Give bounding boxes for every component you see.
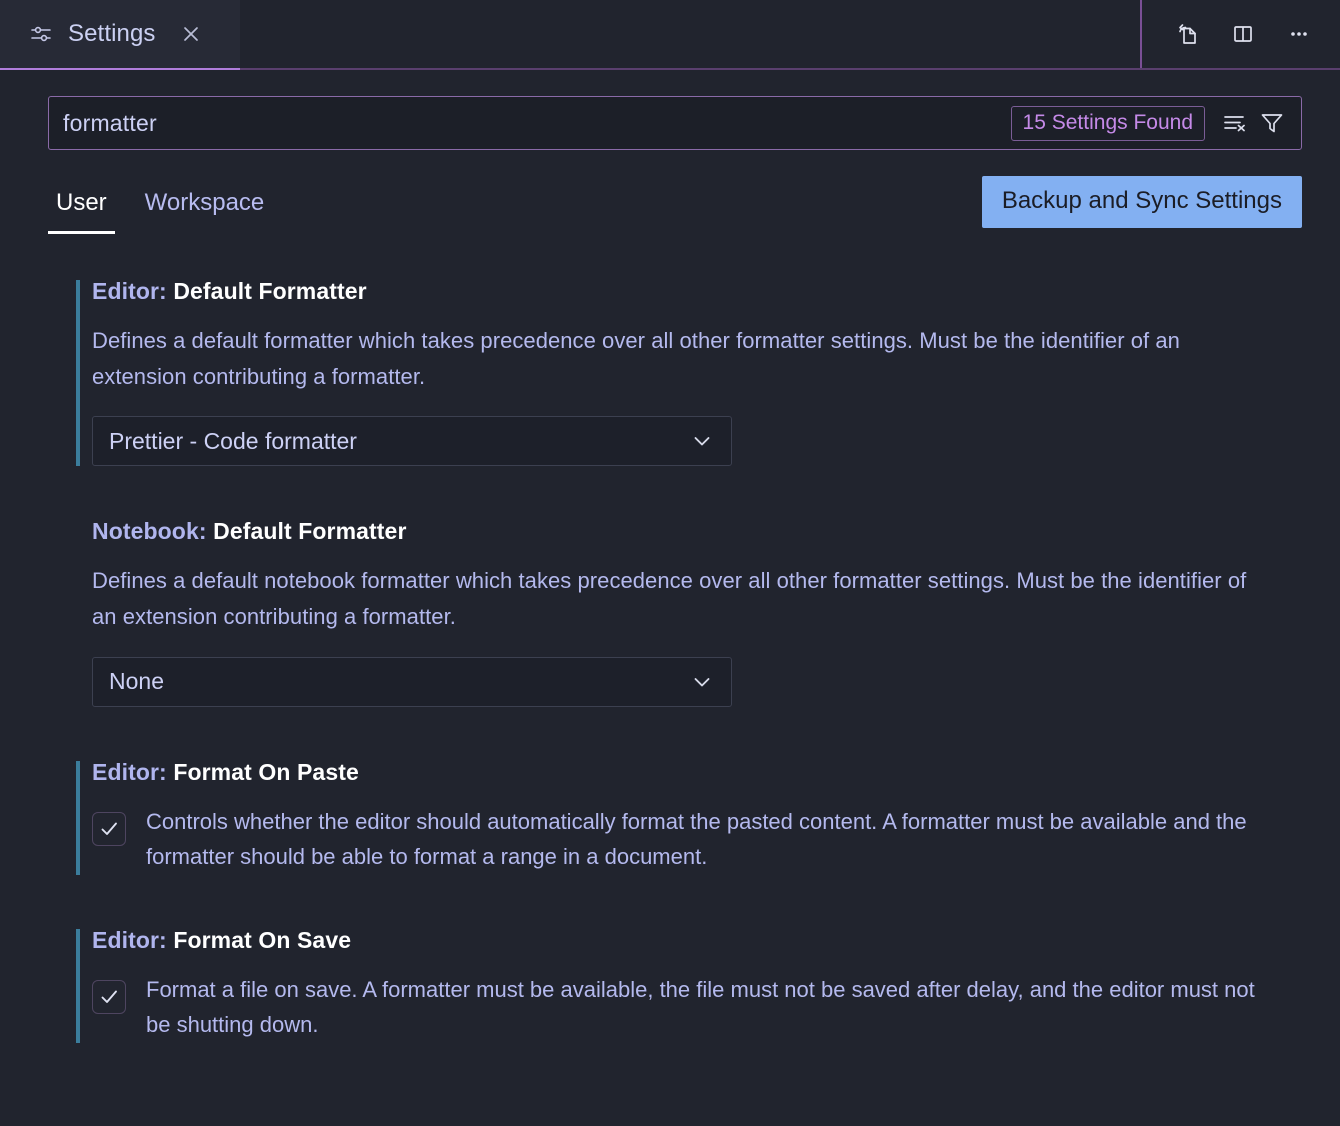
setting-control: Prettier - Code formatter xyxy=(92,416,1302,467)
setting-description: Defines a default notebook formatter whi… xyxy=(92,568,1247,629)
setting-name: Format On Save xyxy=(173,926,352,953)
setting-item-editor-default-formatter: Editor: Default Formatter Defines a defa… xyxy=(48,278,1302,467)
settings-sliders-icon xyxy=(28,21,54,47)
editor-tab-settings[interactable]: Settings xyxy=(0,0,240,70)
setting-category: Editor: xyxy=(92,758,167,785)
select-value: None xyxy=(109,668,164,694)
setting-control: Controls whether the editor should autom… xyxy=(92,804,1302,875)
setting-title: Editor: Format On Save xyxy=(92,927,1302,954)
tab-user[interactable]: User xyxy=(48,189,115,234)
filter-funnel-icon[interactable] xyxy=(1253,104,1291,142)
file-export-icon[interactable] xyxy=(1170,17,1204,51)
tab-bar-filler xyxy=(240,0,1140,68)
settings-scope-row: User Workspace Backup and Sync Settings xyxy=(48,176,1302,234)
select-value: Prettier - Code formatter xyxy=(109,427,357,454)
setting-control: Format a file on save. A formatter must … xyxy=(92,972,1302,1043)
setting-title: Notebook: Default Formatter xyxy=(92,518,1302,545)
editor-tab-bar: Settings xyxy=(0,0,1340,70)
close-icon[interactable] xyxy=(176,19,206,49)
split-editor-icon[interactable] xyxy=(1226,17,1260,51)
clear-search-results-icon[interactable] xyxy=(1215,104,1253,142)
backup-and-sync-settings-button[interactable]: Backup and Sync Settings xyxy=(981,176,1302,228)
setting-title: Editor: Default Formatter xyxy=(92,278,1302,305)
tab-workspace[interactable]: Workspace xyxy=(137,189,273,234)
setting-title: Editor: Format On Paste xyxy=(92,759,1302,786)
setting-category: Editor: xyxy=(92,926,167,953)
results-count-badge: 15 Settings Found xyxy=(1010,105,1205,141)
setting-name: Default Formatter xyxy=(173,278,367,304)
default-formatter-select[interactable]: Prettier - Code formatter xyxy=(92,416,732,467)
ellipsis-icon[interactable] xyxy=(1282,17,1316,51)
chevron-down-icon xyxy=(689,428,715,454)
editor-actions xyxy=(1140,0,1340,68)
setting-item-editor-format-on-save: Editor: Format On Save Format a file on … xyxy=(48,927,1302,1044)
setting-description: Format a file on save. A formatter must … xyxy=(146,976,1255,1038)
setting-control: None xyxy=(92,656,1302,707)
editor-tab-label: Settings xyxy=(68,20,156,47)
setting-description: Controls whether the editor should autom… xyxy=(146,808,1247,870)
setting-item-notebook-default-formatter: Notebook: Default Formatter Defines a de… xyxy=(48,518,1302,707)
notebook-default-formatter-select[interactable]: None xyxy=(92,656,732,707)
search-input[interactable] xyxy=(63,109,1011,137)
setting-name: Format On Paste xyxy=(173,758,359,785)
setting-category: Notebook: xyxy=(92,518,207,545)
setting-category: Editor: xyxy=(92,278,167,304)
setting-name: Default Formatter xyxy=(213,518,407,545)
format-on-paste-checkbox[interactable] xyxy=(92,811,126,846)
settings-search-bar: 15 Settings Found xyxy=(48,96,1302,150)
setting-item-editor-format-on-paste: Editor: Format On Paste Controls whether… xyxy=(48,759,1302,876)
settings-scope-tabs: User Workspace xyxy=(48,189,272,234)
chevron-down-icon xyxy=(689,669,715,695)
settings-list: Editor: Default Formatter Defines a defa… xyxy=(48,278,1302,1044)
settings-editor-body: 15 Settings Found User Workspace Backup … xyxy=(0,70,1340,1044)
format-on-save-checkbox[interactable] xyxy=(92,979,126,1014)
setting-description: Defines a default formatter which takes … xyxy=(92,328,1180,389)
